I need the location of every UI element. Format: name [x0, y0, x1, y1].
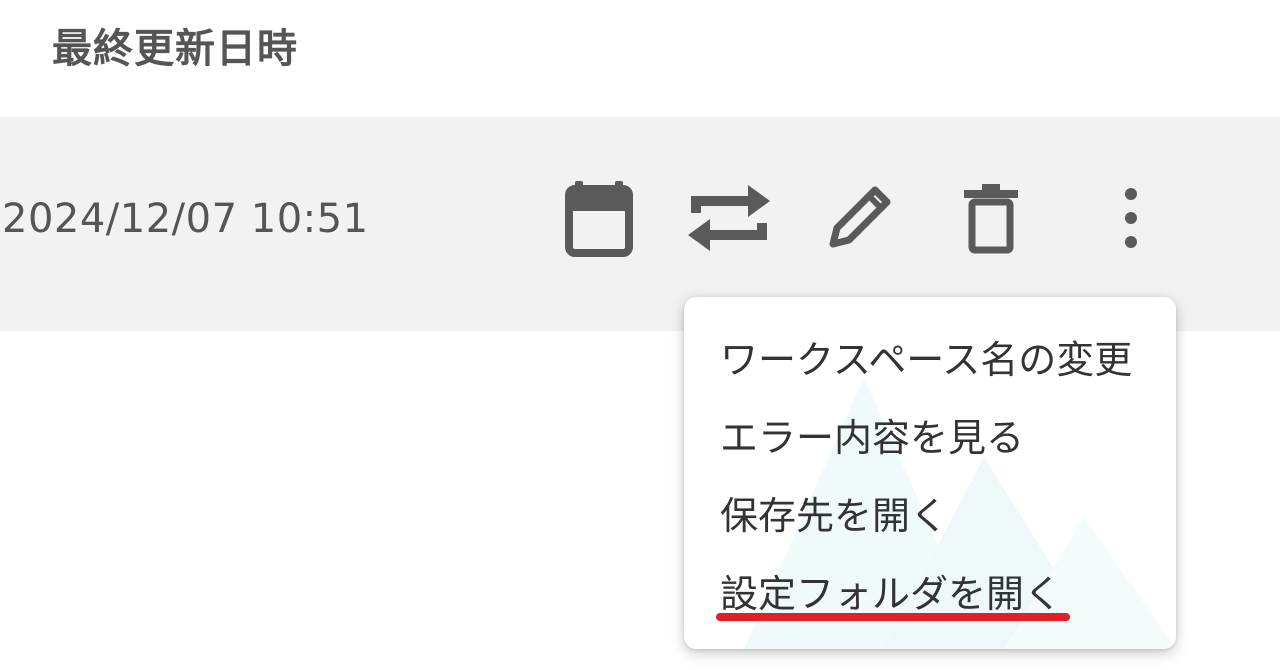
highlight-underline — [716, 613, 1070, 621]
sync-button[interactable] — [684, 170, 774, 266]
edit-icon — [829, 186, 891, 248]
page: 最終更新日時 2024/12/07 10:51 ワークスペース名の変更 エラー内… — [0, 0, 1280, 670]
column-header-last-updated: 最終更新日時 — [52, 26, 298, 72]
menu-item-view-error[interactable]: エラー内容を見る — [720, 407, 1024, 462]
edit-button[interactable] — [814, 170, 904, 266]
menu-item-rename-workspace[interactable]: ワークスペース名の変更 — [720, 329, 1132, 384]
trash-icon — [964, 184, 1018, 254]
menu-item-open-save-location[interactable]: 保存先を開く — [720, 485, 948, 540]
schedule-button[interactable] — [554, 170, 644, 266]
calendar-icon — [565, 181, 633, 257]
sync-icon — [688, 185, 770, 251]
last-updated-value: 2024/12/07 10:51 — [2, 196, 369, 242]
context-menu: ワークスペース名の変更 エラー内容を見る 保存先を開く 設定フォルダを開く — [684, 297, 1176, 649]
delete-button[interactable] — [946, 170, 1036, 266]
more-options-button[interactable] — [1086, 170, 1176, 266]
menu-item-open-settings-folder[interactable]: 設定フォルダを開く — [720, 563, 1062, 618]
more-vert-icon — [1125, 188, 1137, 248]
